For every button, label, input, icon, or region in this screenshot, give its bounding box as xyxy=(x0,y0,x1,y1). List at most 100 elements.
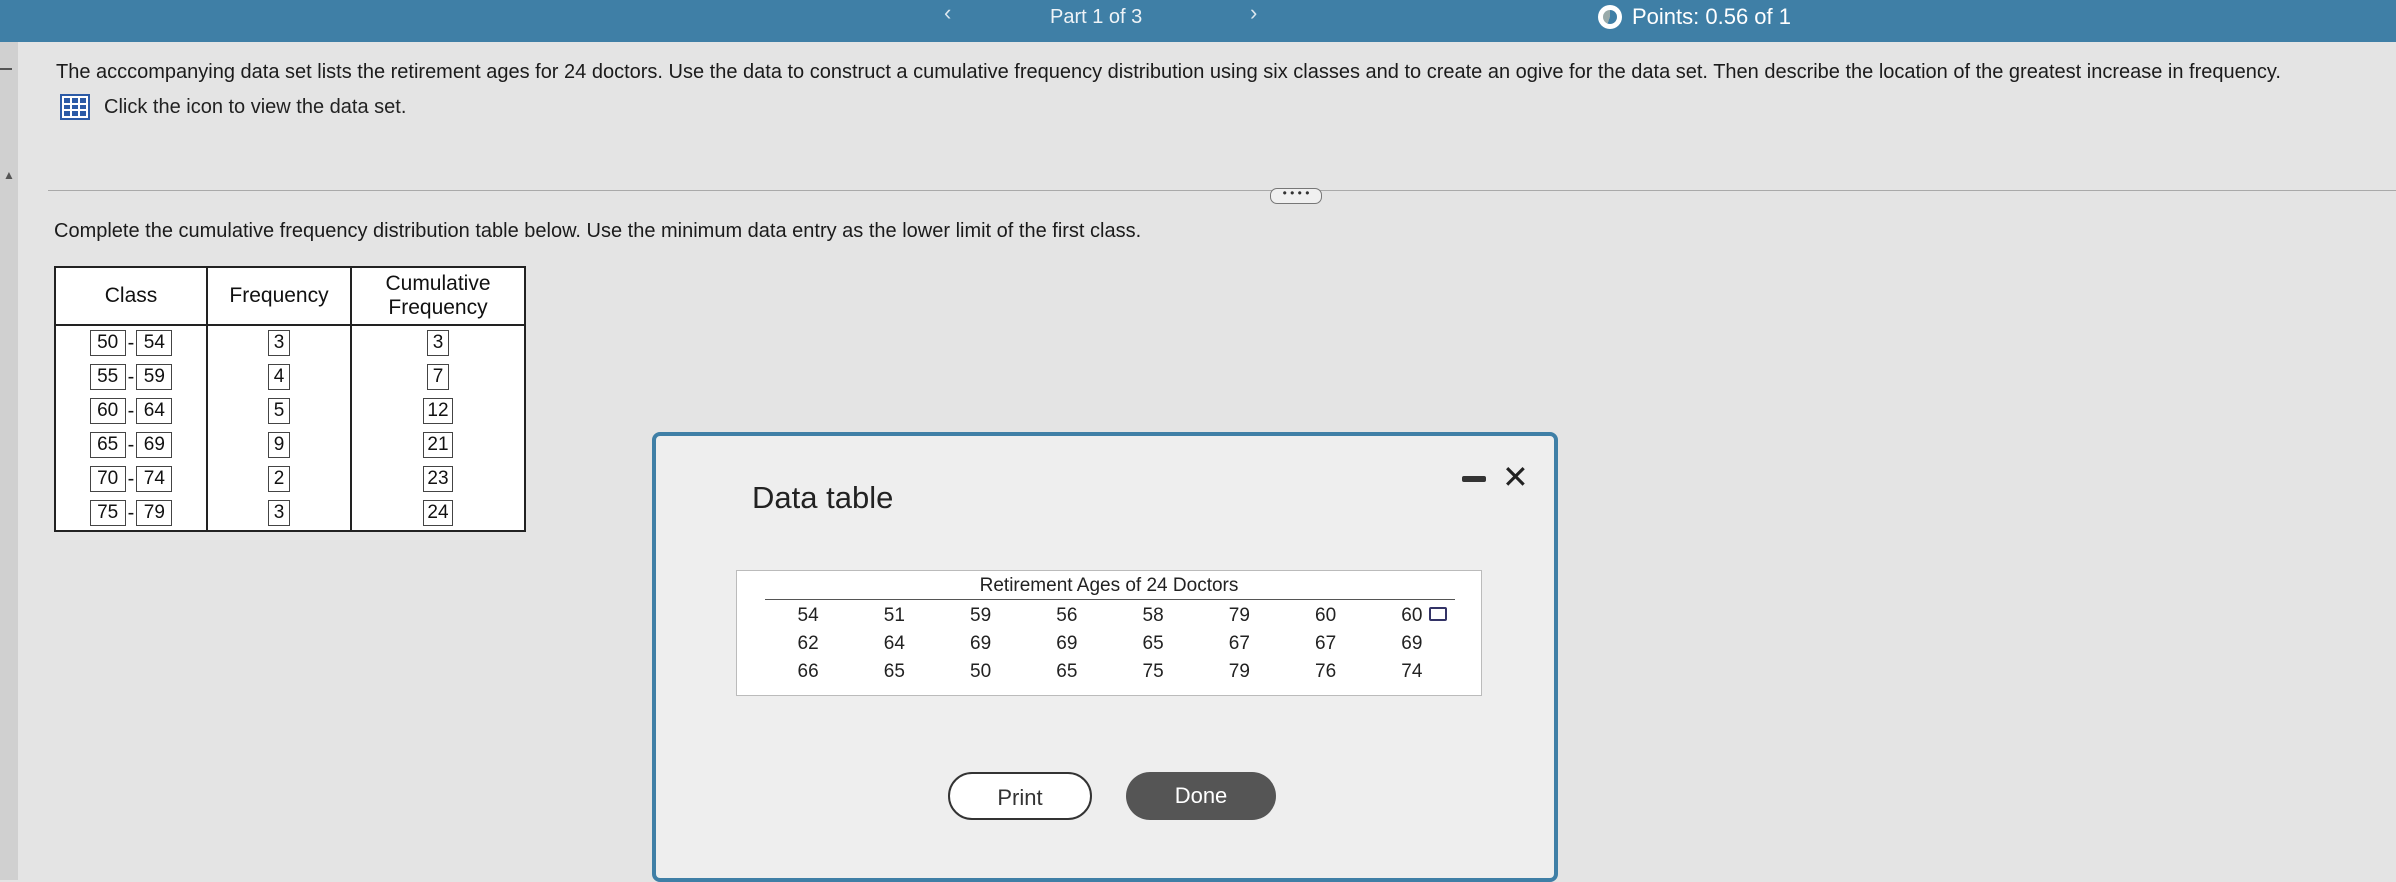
frequency-cell: 2 xyxy=(208,462,350,496)
cumulative-cell: 3 xyxy=(352,326,524,360)
class-column: 50-54 55-59 60-64 65-69 70-74 75-79 xyxy=(54,324,208,532)
class-lower-input[interactable]: 65 xyxy=(89,432,126,458)
data-value: 69 xyxy=(1056,633,1078,654)
left-scroll-edge[interactable]: ▲ xyxy=(0,42,18,880)
close-icon[interactable]: ✕ xyxy=(1502,458,1529,496)
frequency-cell: 3 xyxy=(208,326,350,360)
copy-icon[interactable] xyxy=(1429,607,1447,621)
cumulative-cell: 24 xyxy=(352,496,524,530)
class-lower-input[interactable]: 60 xyxy=(89,398,126,424)
part-indicator: Part 1 of 3 xyxy=(1050,6,1143,28)
data-value: 58 xyxy=(1142,605,1164,626)
frequency-input[interactable]: 4 xyxy=(268,364,290,390)
frequency-input[interactable]: 3 xyxy=(268,500,290,526)
class-cell: 50-54 xyxy=(56,326,206,360)
frequency-input[interactable]: 5 xyxy=(268,398,290,424)
class-separator: - xyxy=(127,331,135,354)
data-value: 54 xyxy=(797,605,819,626)
cumulative-input[interactable]: 24 xyxy=(423,500,453,526)
collapse-up-icon[interactable]: ▲ xyxy=(3,168,15,182)
cumulative-column: 3 7 12 21 23 24 xyxy=(350,324,526,532)
frequency-input[interactable]: 9 xyxy=(268,432,290,458)
cumulative-input[interactable]: 12 xyxy=(423,398,453,424)
class-upper-input[interactable]: 59 xyxy=(136,364,173,390)
frequency-cell: 4 xyxy=(208,360,350,394)
class-separator: - xyxy=(127,501,135,524)
class-upper-input[interactable]: 69 xyxy=(136,432,173,458)
data-value: 67 xyxy=(1228,633,1250,654)
class-cell: 60-64 xyxy=(56,394,206,428)
frequency-column: 3 4 5 9 2 3 xyxy=(206,324,352,532)
next-part-arrow[interactable]: › xyxy=(1250,0,1257,26)
data-value: 65 xyxy=(1056,661,1078,682)
data-value: 62 xyxy=(797,633,819,654)
data-caption: Retirement Ages of 24 Doctors xyxy=(979,575,1239,596)
progress-pie-icon xyxy=(1598,5,1622,29)
class-upper-input[interactable]: 79 xyxy=(136,500,173,526)
class-separator: - xyxy=(127,399,135,422)
frequency-cell: 9 xyxy=(208,428,350,462)
data-value: 79 xyxy=(1228,661,1250,682)
expand-more-button[interactable]: • • • • xyxy=(1270,187,1322,204)
class-cell: 70-74 xyxy=(56,462,206,496)
frequency-input[interactable]: 3 xyxy=(268,330,290,356)
points-indicator: Points: 0.56 of 1 xyxy=(1598,4,1791,30)
data-value: 67 xyxy=(1315,633,1337,654)
data-value: 76 xyxy=(1315,661,1337,682)
data-values-grid: 54 51 59 56 58 79 60 60 62 64 69 69 65 67 67 69 66 65 50 65… xyxy=(765,605,1455,683)
done-button[interactable]: Done xyxy=(1126,772,1276,820)
class-lower-input[interactable]: 75 xyxy=(89,500,126,526)
data-table-dialog: Data table ✕ Retirement Ages of 24 Docto… xyxy=(652,432,1558,882)
cumulative-cell: 23 xyxy=(352,462,524,496)
data-value: 51 xyxy=(883,605,905,626)
cumulative-cell: 7 xyxy=(352,360,524,394)
class-cell: 55-59 xyxy=(56,360,206,394)
data-value: 69 xyxy=(970,633,992,654)
header-frequency: Frequency xyxy=(206,266,352,326)
print-button[interactable]: Print xyxy=(948,772,1092,820)
cumulative-frequency-table: Class Frequency Cumulative Frequency 50-… xyxy=(54,266,526,532)
data-values-box: Retirement Ages of 24 Doctors 54 51 59 56 58… xyxy=(736,570,1482,696)
frequency-cell: 5 xyxy=(208,394,350,428)
previous-part-arrow[interactable]: ‹ xyxy=(944,0,951,26)
top-bar: ‹ Part 1 of 3 › Points: 0.56 of 1 xyxy=(0,0,2396,42)
instruction-text: Complete the cumulative frequency distri… xyxy=(54,220,1142,242)
question-text: The acccompanying data set lists the ret… xyxy=(56,61,2281,83)
minimize-icon[interactable] xyxy=(1462,476,1486,482)
class-cell: 75-79 xyxy=(56,496,206,530)
class-upper-input[interactable]: 64 xyxy=(136,398,173,424)
cumulative-cell: 12 xyxy=(352,394,524,428)
cumulative-input[interactable]: 23 xyxy=(423,466,453,492)
cumulative-input[interactable]: 7 xyxy=(427,364,449,390)
class-cell: 65-69 xyxy=(56,428,206,462)
data-value: 75 xyxy=(1142,661,1164,682)
class-lower-input[interactable]: 55 xyxy=(89,364,126,390)
data-value: 50 xyxy=(970,661,992,682)
data-value: 59 xyxy=(970,605,992,626)
data-table-icon[interactable] xyxy=(60,94,90,120)
class-separator: - xyxy=(127,433,135,456)
dialog-title: Data table xyxy=(752,480,894,515)
class-lower-input[interactable]: 70 xyxy=(89,466,126,492)
cumulative-input[interactable]: 3 xyxy=(427,330,449,356)
data-value: 66 xyxy=(797,661,819,682)
points-label: Points: 0.56 of 1 xyxy=(1632,4,1791,29)
class-separator: - xyxy=(127,365,135,388)
class-upper-input[interactable]: 54 xyxy=(136,330,173,356)
cumulative-cell: 21 xyxy=(352,428,524,462)
view-dataset-link[interactable]: Click the icon to view the data set. xyxy=(60,94,406,120)
frequency-input[interactable]: 2 xyxy=(268,466,290,492)
caption-rule xyxy=(765,599,1455,600)
class-separator: - xyxy=(127,467,135,490)
cumulative-input[interactable]: 21 xyxy=(423,432,453,458)
class-upper-input[interactable]: 74 xyxy=(136,466,173,492)
header-cumulative-frequency: Cumulative Frequency xyxy=(350,266,526,326)
data-value: 65 xyxy=(883,661,905,682)
data-value: 60 xyxy=(1315,605,1337,626)
data-value: 56 xyxy=(1056,605,1078,626)
dataset-link-label[interactable]: Click the icon to view the data set. xyxy=(104,96,406,119)
data-value: 69 xyxy=(1401,633,1423,654)
section-divider xyxy=(48,190,2396,191)
class-lower-input[interactable]: 50 xyxy=(89,330,126,356)
data-value: 74 xyxy=(1401,661,1423,682)
